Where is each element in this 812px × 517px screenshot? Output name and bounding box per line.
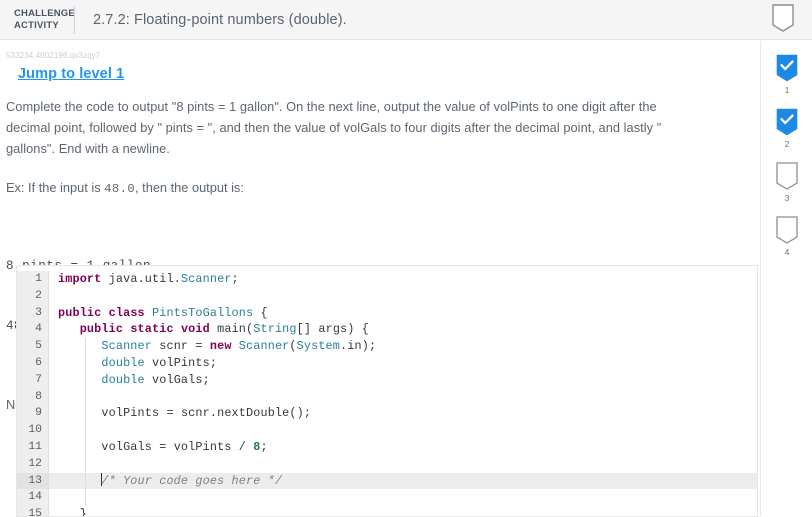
code-editor-rows[interactable]: 1 import java.util.Scanner; 2 3 public class… [17,266,757,516]
indent-guide [85,455,86,473]
level-badge-item[interactable]: 2 [761,95,812,149]
code-line[interactable]: 12 [17,455,757,473]
code-line-text[interactable]: double volPints; [49,354,757,372]
code-line[interactable]: 7 double volGals; [17,371,757,389]
activity-id: 533234.4002196.qx3zqy7 [6,51,101,60]
line-number: 14 [17,489,49,507]
activity-content: 533234.4002196.qx3zqy7 Jump to level 1 C… [0,41,760,517]
code-line[interactable]: 11 volGals = volPints / 8; [17,438,757,456]
code-line[interactable]: 2 [17,287,757,305]
code-line[interactable]: 1 import java.util.Scanner; [17,271,757,288]
example-input-value: 48.0 [104,182,136,196]
line-number: 7 [17,371,49,389]
code-editor[interactable]: 1 import java.util.Scanner; 2 3 public class… [16,265,758,517]
code-line[interactable]: 4 public static void main(String[] args)… [17,321,757,339]
empty-badge-icon[interactable] [776,216,798,244]
line-number: 3 [17,304,49,322]
code-line-text[interactable]: public class PintsToGallons { [49,305,757,322]
challenge-activity-header: CHALLENGE ACTIVITY 2.7.2: Floating-point… [0,0,812,40]
activity-prompt: Complete the code to output "8 pints = 1… [6,99,662,156]
line-number: 11 [17,438,49,456]
challenge-activity-label-line1: CHALLENGE [14,8,75,19]
line-number: 6 [17,354,49,372]
line-number: 15 [17,506,49,516]
level-badge-number: 2 [784,139,790,149]
line-number: 4 [17,321,49,339]
code-line[interactable]: 9 volPints = scnr.nextDouble(); [17,405,757,423]
code-line[interactable]: 3 public class PintsToGallons { [17,304,757,322]
code-line[interactable]: 6 double volPints; [17,354,757,372]
code-line-text[interactable]: volGals = volPints / 8; [49,438,757,456]
indent-guide [85,438,86,456]
line-number: 8 [17,388,49,406]
code-line-text[interactable] [49,455,757,473]
code-line-text[interactable] [49,288,757,305]
challenge-activity-label: CHALLENGE ACTIVITY [0,8,75,31]
code-line-text[interactable]: /* Your code goes here */ [49,472,757,490]
indent-guide [85,422,86,439]
code-line-text[interactable] [49,489,757,507]
code-line-text[interactable]: public static void main(String[] args) { [49,321,757,338]
level-badge-item[interactable]: 3 [761,149,812,203]
page-title: 2.7.2: Floating-point numbers (double). [93,11,347,28]
level-progress-rail: 1 2 3 4 [760,41,812,516]
code-line[interactable]: 5 Scanner scnr = new Scanner(System.in); [17,338,757,355]
level-badge-number: 3 [784,193,790,203]
line-number: 1 [17,271,49,288]
code-line[interactable]: 10 [17,422,757,439]
code-line-text[interactable] [49,388,757,406]
line-number: 13 [17,472,49,490]
header-progress-badge [772,4,794,32]
code-line[interactable]: 14 [17,489,757,507]
code-line-text[interactable]: } [49,506,757,516]
indent-guide [85,371,86,389]
indent-guide [85,388,86,406]
check-badge-icon[interactable] [776,108,798,136]
example-input-line: Ex: If the input is 48.0, then the outpu… [0,159,760,200]
jump-to-level-link[interactable]: Jump to level 1 [0,60,124,82]
example-prefix: Ex: If the input is [6,180,105,195]
line-number: 10 [17,422,49,439]
indent-guide [85,472,86,490]
code-line[interactable]: 13 /* Your code goes here */ [17,472,757,490]
shield-outline-icon [772,4,794,32]
line-number: 12 [17,455,49,473]
indent-guide [85,354,86,372]
code-line-text[interactable] [49,422,757,439]
code-line-text[interactable]: import java.util.Scanner; [49,271,757,288]
challenge-activity-label-line2: ACTIVITY [14,19,59,31]
indent-guide [85,489,86,507]
line-number: 5 [17,338,49,355]
check-badge-icon[interactable] [776,54,798,82]
code-line[interactable]: 15 } [17,506,757,516]
level-badge-number: 1 [784,85,790,95]
code-line-text[interactable]: double volGals; [49,371,757,389]
code-line[interactable]: 8 [17,388,757,406]
line-number: 2 [17,287,49,305]
code-line-text[interactable]: Scanner scnr = new Scanner(System.in); [49,338,757,355]
empty-badge-icon[interactable] [776,162,798,190]
line-number: 9 [17,405,49,423]
indent-guide [85,338,86,355]
level-badge-number: 4 [784,247,790,257]
example-suffix: , then the output is: [135,180,244,195]
level-badge-item[interactable]: 1 [761,41,812,95]
code-line-text[interactable]: volPints = scnr.nextDouble(); [49,405,757,423]
indent-guide [85,405,86,423]
level-badge-item[interactable]: 4 [761,203,812,257]
